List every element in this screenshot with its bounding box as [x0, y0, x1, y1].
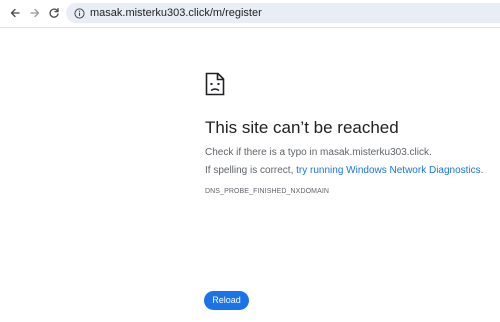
network-diagnostics-link[interactable]: try running Windows Network Diagnostics [296, 165, 481, 176]
reload-button[interactable]: Reload [204, 291, 249, 310]
page-title: This site can’t be reached [205, 118, 399, 137]
url-text: masak.misterku303.click/m/register [90, 7, 262, 19]
arrow-left-icon [10, 8, 20, 18]
browser-toolbar: masak.misterku303.click/m/register [0, 0, 500, 28]
spelling-prefix: If spelling is correct, [205, 165, 297, 176]
spelling-suffix: . [480, 165, 484, 176]
error-code: DNS_PROBE_FINISHED_NXDOMAIN [205, 188, 330, 195]
spelling-hint: If spelling is correct, try running Wind… [205, 165, 483, 177]
site-info-button[interactable] [72, 6, 86, 20]
reload-toolbar-button[interactable] [45, 4, 63, 22]
info-icon [73, 7, 85, 19]
arrow-right-icon [30, 8, 40, 18]
typo-hint: Check if there is a typo in masak.mister… [205, 147, 432, 158]
sad-document-icon [205, 72, 225, 96]
back-button[interactable] [6, 4, 24, 22]
forward-button[interactable] [26, 4, 44, 22]
address-bar[interactable]: masak.misterku303.click/m/register [66, 3, 500, 23]
reload-icon [49, 7, 59, 18]
